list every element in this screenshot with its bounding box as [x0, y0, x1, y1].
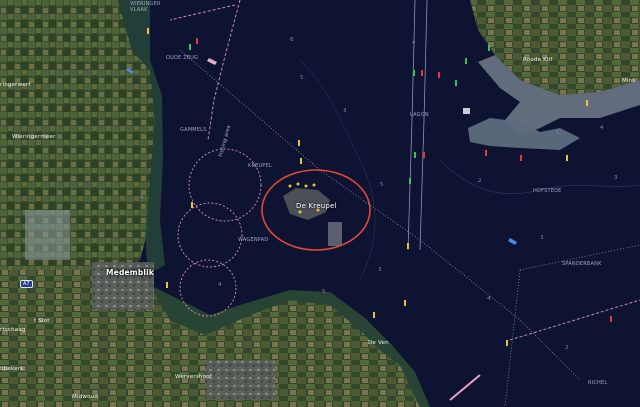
green-buoy-icon[interactable] — [465, 58, 467, 64]
label-midwoud: Midwoud — [72, 394, 99, 400]
wind-turbine-icon[interactable] — [288, 184, 292, 188]
depth-sounding: 2 — [478, 178, 482, 184]
wind-turbine-icon[interactable] — [296, 182, 300, 186]
small-island — [328, 222, 342, 246]
label-medemblik: Medemblik — [106, 268, 155, 277]
label-wieringerwerf: ringerwerf — [0, 82, 31, 88]
yellow-buoy-icon[interactable] — [404, 300, 406, 306]
yellow-buoy-icon[interactable] — [166, 282, 168, 288]
yellow-buoy-icon[interactable] — [506, 340, 508, 346]
yellow-buoy-icon[interactable] — [191, 202, 193, 208]
label-spanderbank: SPANDERBANK — [562, 261, 602, 267]
depth-sounding: 2 — [565, 345, 569, 351]
label-schaag: rtschaag — [0, 327, 26, 333]
label-oude-zeug: OUDE ZEUG — [166, 55, 199, 61]
green-buoy-icon[interactable] — [488, 45, 490, 51]
yellow-buoy-icon[interactable] — [147, 28, 149, 34]
wind-turbine-icon[interactable] — [298, 210, 302, 214]
label-roode-klif: Roode Klif — [523, 57, 553, 63]
wind-turbine-icon[interactable] — [304, 184, 308, 188]
red-buoy-icon[interactable] — [423, 152, 425, 158]
wind-turbine-icon[interactable] — [312, 183, 316, 187]
depth-sounding: 4 — [140, 195, 144, 201]
yellow-buoy-icon[interactable] — [407, 243, 409, 249]
red-buoy-icon[interactable] — [520, 155, 522, 161]
depth-sounding: 6 — [290, 37, 294, 43]
red-buoy-icon[interactable] — [610, 316, 612, 322]
depth-sounding: 4 — [412, 40, 416, 46]
red-buoy-icon[interactable] — [421, 70, 423, 76]
yellow-buoy-icon[interactable] — [373, 312, 375, 318]
greenhouses — [25, 210, 70, 260]
label-hofstede: HOFSTEDE — [533, 188, 562, 194]
depth-sounding: 1 — [556, 130, 560, 136]
green-buoy-icon[interactable] — [409, 178, 411, 184]
depth-sounding: 5 — [300, 75, 304, 81]
depth-sounding: 3 — [378, 267, 382, 273]
yellow-buoy-icon[interactable] — [298, 140, 300, 146]
depth-sounding: 3 — [614, 175, 618, 181]
label-t-slot: t Slot — [34, 318, 50, 324]
label-wieringer-vlaak: WIERINGER VLAAK — [130, 1, 161, 13]
wervershoof-town — [205, 360, 275, 400]
red-buoy-icon[interactable] — [438, 72, 440, 78]
red-buoy-icon[interactable] — [485, 150, 487, 156]
label-gammels: GAMMELS — [180, 127, 207, 133]
label-de-kreupel: De Kreupel — [296, 202, 337, 210]
yellow-buoy-icon[interactable] — [566, 155, 568, 161]
label-kreupel-channel: KREUPEL — [248, 163, 272, 169]
road-shield: A7 — [20, 280, 33, 288]
depth-sounding: 3 — [343, 108, 347, 114]
depth-sounding: 3 — [540, 235, 544, 241]
depth-sounding: 4 — [487, 296, 491, 302]
vessel-icon[interactable] — [463, 108, 470, 114]
label-abbekerk: bbekerk — [0, 366, 24, 372]
depth-sounding: 4 — [600, 125, 604, 131]
label-minsterland: Mins — [622, 78, 636, 84]
label-richel: RICHEL — [588, 380, 608, 386]
label-wagenpad: WAGENPAD — [238, 237, 269, 243]
label-wieringermeer: Wieringermeer — [12, 134, 56, 140]
depth-sounding: 5 — [380, 182, 384, 188]
nautical-map[interactable]: WIERINGER VLAAK OUDE ZEUG ringerwerf Wier… — [0, 0, 640, 407]
depth-sounding: 4 — [218, 282, 222, 288]
green-buoy-icon[interactable] — [414, 152, 416, 158]
green-buoy-icon[interactable] — [455, 80, 457, 86]
label-wervershoof: Wervershoof — [175, 374, 212, 380]
green-buoy-icon[interactable] — [413, 70, 415, 76]
label-de-ven: De Ven — [368, 340, 389, 346]
green-buoy-icon[interactable] — [189, 44, 191, 50]
label-lagon: LAGON — [410, 112, 429, 118]
red-buoy-icon[interactable] — [196, 38, 198, 44]
yellow-buoy-icon[interactable] — [300, 158, 302, 164]
depth-sounding: 5 — [322, 289, 326, 295]
yellow-buoy-icon[interactable] — [586, 100, 588, 106]
